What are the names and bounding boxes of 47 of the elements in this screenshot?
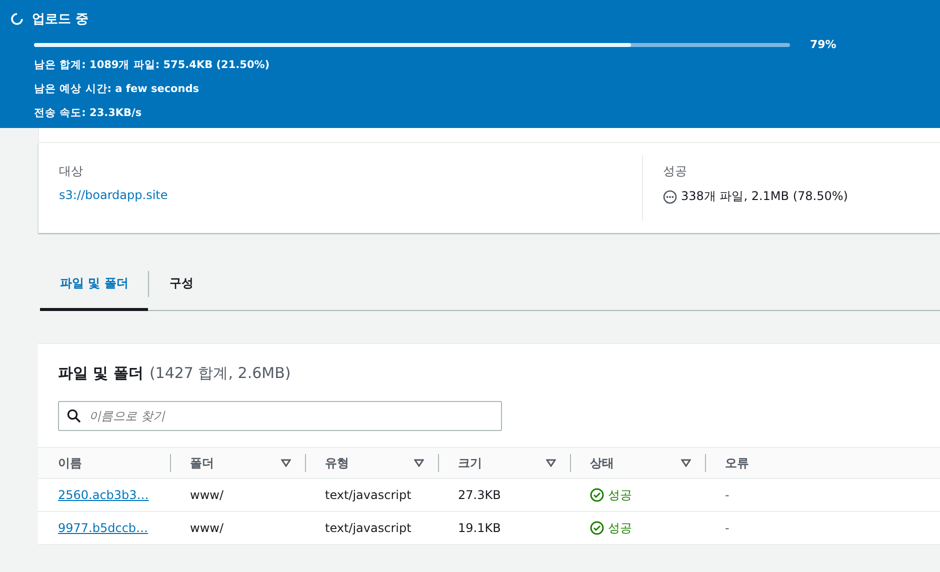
search-icon <box>67 409 81 423</box>
column-header: 오류 <box>725 454 750 472</box>
search-field[interactable]: 이름으로 찾기 <box>58 401 502 431</box>
field-label: 성공 <box>663 163 687 180</box>
upload-detail: 남은 예상 시간: a few seconds <box>34 83 200 95</box>
table-cell: 19.1KB <box>458 521 501 535</box>
destination-link[interactable]: s3://boardapp.site <box>59 188 168 202</box>
column-header-cell[interactable]: 상태 <box>570 447 705 479</box>
caret-icon[interactable] <box>681 459 691 467</box>
caret-icon[interactable] <box>414 459 424 467</box>
caret-icon[interactable] <box>546 459 556 467</box>
table-cell: text/javascript <box>325 488 412 502</box>
column-header: 크기 <box>458 454 483 472</box>
banner-title: 업로드 중 <box>32 11 89 28</box>
spinner-icon <box>10 12 24 26</box>
column-header-cell[interactable]: 유형 <box>305 447 438 479</box>
status-text: 성공 <box>608 486 632 504</box>
tab[interactable]: 구성 <box>149 265 214 311</box>
file-link[interactable]: 2560.acb3b3… <box>58 488 149 502</box>
table-cell: - <box>725 488 730 502</box>
table-cell: www/ <box>190 521 224 535</box>
column-header: 유형 <box>325 454 350 472</box>
column-header: 폴더 <box>190 454 215 472</box>
success-summary: 338개 파일, 2.1MB (78.50%) <box>681 188 848 205</box>
column-header-cell[interactable]: 폴더 <box>170 447 305 479</box>
progress-reading: 79% <box>810 38 836 51</box>
upload-detail: 전송 속도: 23.3KB/s <box>34 107 142 119</box>
caret-icon[interactable] <box>281 459 291 467</box>
file-link[interactable]: 9977.b5dccb… <box>58 521 148 535</box>
table-cell: text/javascript <box>325 521 412 535</box>
column-header: 상태 <box>590 454 615 472</box>
column-header: 이름 <box>58 454 83 472</box>
check-circle-icon <box>590 488 604 502</box>
ellipsis-circle-icon <box>663 190 677 204</box>
column-header-cell[interactable]: 이름 <box>38 447 170 479</box>
field-label: 대상 <box>59 163 83 180</box>
panel-count: (1427 합계, 2.6MB) <box>149 364 291 383</box>
upload-detail: 남은 합계: 1089개 파일: 575.4KB (21.50%) <box>34 59 270 71</box>
column-header-cell[interactable]: 크기 <box>438 447 570 479</box>
check-circle-icon <box>590 521 604 535</box>
table-cell: - <box>725 521 730 535</box>
panel-title: 파일 및 폴더 <box>58 364 144 383</box>
table-cell: www/ <box>190 488 224 502</box>
column-header-cell[interactable]: 오류 <box>705 447 940 479</box>
table-cell: 27.3KB <box>458 488 501 502</box>
status-text: 성공 <box>608 520 632 536</box>
tab[interactable]: 파일 및 폴더 <box>40 265 148 311</box>
